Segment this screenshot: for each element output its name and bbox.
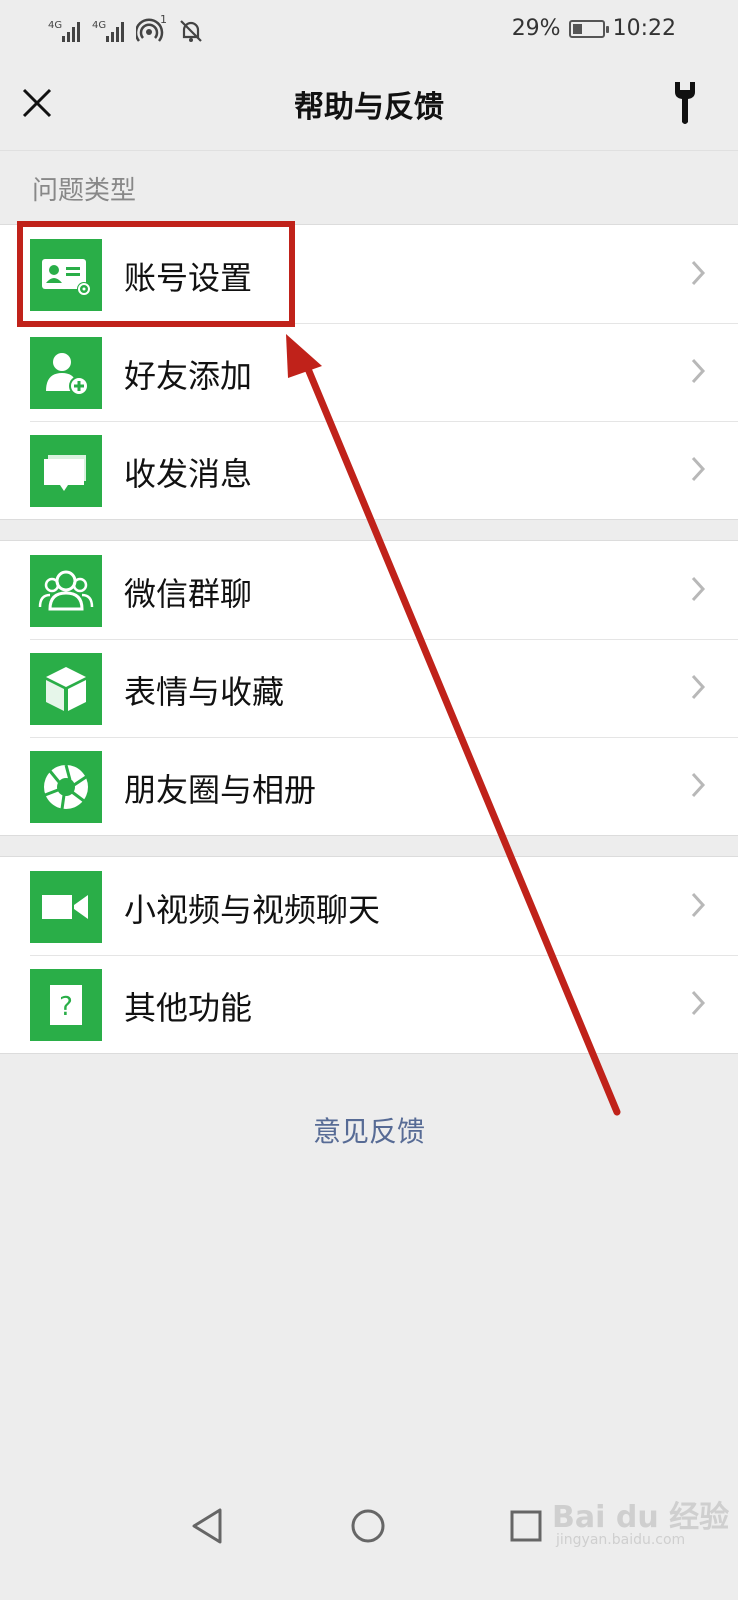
list-item-label: 微信群聊 — [124, 575, 253, 613]
svg-text:1: 1 — [160, 14, 167, 26]
section-label: 问题类型 — [32, 176, 137, 206]
clock: 10:22 — [612, 16, 676, 41]
back-icon[interactable] — [190, 1506, 226, 1546]
list-item-video-chat[interactable]: 小视频与视频聊天 — [0, 857, 738, 955]
chevron-right-icon — [691, 772, 706, 798]
list-item-messages[interactable]: 收发消息 — [0, 421, 738, 519]
baidu-watermark: Bai du 经验 — [552, 1500, 730, 1535]
status-left: 4G 4G 1 — [48, 14, 204, 44]
svg-text:4G: 4G — [48, 20, 62, 31]
list-item-moments-album[interactable]: 朋友圈与相册 — [0, 737, 738, 835]
add-friend-icon — [30, 337, 102, 409]
chevron-right-icon — [691, 576, 706, 602]
question-icon: ? — [30, 969, 102, 1041]
hotspot-icon: 1 — [136, 14, 167, 42]
feedback-link[interactable]: 意见反馈 — [0, 1110, 738, 1150]
cube-icon — [30, 653, 102, 725]
chevron-right-icon — [691, 990, 706, 1016]
chevron-right-icon — [691, 674, 706, 700]
list-item-group-chat[interactable]: 微信群聊 — [0, 541, 738, 639]
chevron-right-icon — [691, 456, 706, 482]
list-item-label: 好友添加 — [124, 357, 253, 395]
list-group-2: 微信群聊 表情与收藏 朋友圈与相册 — [0, 540, 738, 836]
message-bubble-icon — [30, 435, 102, 507]
home-icon[interactable] — [350, 1508, 386, 1544]
baidu-watermark-url: jingyan.baidu.com — [556, 1532, 686, 1548]
page-title: 帮助与反馈 — [294, 90, 444, 125]
group-people-icon — [30, 555, 102, 627]
list-item-label: 其他功能 — [124, 989, 253, 1027]
wrench-icon[interactable] — [672, 80, 698, 126]
list-group-3: 小视频与视频聊天 ? 其他功能 — [0, 856, 738, 1054]
recents-icon[interactable] — [510, 1510, 542, 1542]
chevron-right-icon — [691, 892, 706, 918]
battery-icon — [568, 19, 609, 38]
list-item-stickers-favorites[interactable]: 表情与收藏 — [0, 639, 738, 737]
battery-percent: 29% — [511, 16, 561, 41]
chevron-right-icon — [691, 358, 706, 384]
svg-text:4G: 4G — [92, 20, 106, 31]
chevron-right-icon — [691, 260, 706, 286]
annotation-highlight-box — [17, 221, 295, 327]
signal-2-icon: 4G — [92, 20, 124, 42]
list-item-label: 表情与收藏 — [124, 673, 285, 711]
video-camera-icon — [30, 871, 102, 943]
list-item-add-friends[interactable]: 好友添加 — [0, 323, 738, 421]
navigation-bar: 帮助与反馈 — [0, 60, 738, 151]
list-item-label: 朋友圈与相册 — [124, 771, 317, 809]
mute-bell-icon — [180, 20, 202, 42]
aperture-icon — [30, 751, 102, 823]
list-item-label: 收发消息 — [124, 455, 253, 493]
signal-1-icon: 4G — [48, 20, 80, 42]
svg-text:?: ? — [59, 992, 73, 1022]
status-right: 29% 10:22 — [512, 16, 676, 41]
status-bar: 4G 4G 1 29% 10:22 — [0, 0, 738, 60]
list-item-label: 小视频与视频聊天 — [124, 891, 381, 929]
list-item-other-functions[interactable]: ? 其他功能 — [0, 955, 738, 1053]
